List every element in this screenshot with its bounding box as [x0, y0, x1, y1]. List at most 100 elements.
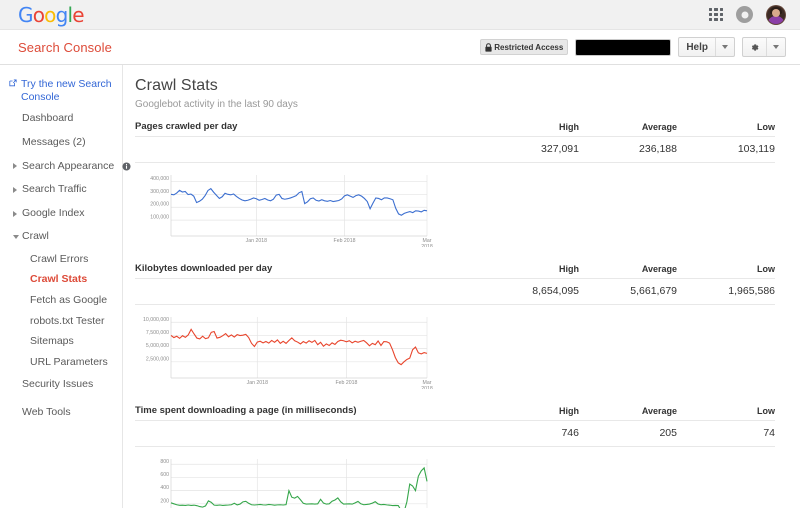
- sidebar-item-label: Sitemaps: [30, 335, 74, 347]
- sidebar-item-label: Fetch as Google: [30, 294, 107, 306]
- sidebar-item-crawl-errors[interactable]: Crawl Errors: [0, 249, 122, 270]
- panel-header: Time spent downloading a page (in millis…: [135, 405, 775, 421]
- series-line: [171, 468, 427, 508]
- gear-icon[interactable]: [743, 38, 766, 56]
- sidebar-item-search-traffic[interactable]: Search Traffic: [0, 178, 122, 202]
- y-axis-tick-label: 400: [160, 485, 169, 491]
- sidebar-item-label: Crawl Stats: [30, 273, 87, 285]
- sidebar-item-fetch-as-google[interactable]: Fetch as Google: [0, 290, 122, 311]
- sidebar-item-security-issues[interactable]: Security Issues: [0, 373, 122, 397]
- sidebar-item-label: Dashboard: [22, 112, 73, 124]
- stat-value-high: 327,091: [481, 143, 579, 155]
- x-axis-tick-label: 2018: [421, 244, 433, 247]
- y-axis-tick-label: 100,000: [150, 215, 169, 221]
- notifications-icon[interactable]: [736, 6, 753, 23]
- sidebar-item-label: robots.txt Tester: [30, 315, 105, 327]
- chart-area: 200400600800Jan 2018Feb 20182018Mar: [135, 447, 775, 508]
- line-chart: 200400600800Jan 2018Feb 20182018Mar: [143, 455, 433, 508]
- x-axis-tick-label: Jan 2018: [247, 380, 268, 386]
- stat-header-low: Low: [677, 122, 775, 132]
- x-axis-tick-label: Mar: [423, 380, 432, 386]
- sidebar-item-label: Crawl Errors: [30, 253, 88, 265]
- sidebar-item-crawl-stats[interactable]: Crawl Stats: [0, 270, 122, 291]
- sidebar-item-label: Google Index: [22, 207, 84, 219]
- stat-value-average: 205: [579, 427, 677, 439]
- stat-value-low: 103,119: [677, 143, 775, 155]
- stat-header-average: Average: [579, 122, 677, 132]
- page-title: Crawl Stats: [135, 77, 775, 95]
- stat-value-high: 746: [481, 427, 579, 439]
- line-chart: 100,000 200,000 300,000 400,000 Jan 2018 Feb …: [143, 171, 433, 247]
- y-axis-tick-label: 200,000: [150, 202, 169, 208]
- help-dropdown-arrow[interactable]: [715, 38, 734, 56]
- y-axis-tick-label: 5,000,000: [146, 343, 169, 349]
- stat-value-average: 5,661,679: [579, 285, 677, 297]
- chart-title: Pages crawled per day: [135, 121, 481, 132]
- stat-value-high: 8,654,095: [481, 285, 579, 297]
- chart-panel: Pages crawled per dayHighAverageLow327,0…: [135, 121, 775, 247]
- help-button-group[interactable]: Help: [678, 37, 735, 57]
- info-icon[interactable]: [122, 162, 131, 171]
- series-line: [171, 189, 427, 216]
- y-axis-tick-label: 7,500,000: [146, 330, 169, 336]
- help-button[interactable]: Help: [679, 38, 715, 56]
- restricted-access-badge: Restricted Access: [480, 39, 568, 55]
- chart-title: Kilobytes downloaded per day: [135, 263, 481, 274]
- line-chart: 2,500,0005,000,0007,500,00010,000,000Jan…: [143, 313, 433, 389]
- y-axis-tick-label: 10,000,000: [143, 317, 169, 323]
- sidebar-item-crawl[interactable]: Crawl: [0, 225, 122, 249]
- y-axis-tick-label: 400,000: [150, 176, 169, 182]
- sidebar-try-new-label: Try the new Search Console: [21, 78, 114, 104]
- series-line: [171, 329, 427, 364]
- page-layout: Try the new Search Console Dashboard Mes…: [0, 65, 800, 508]
- x-axis-tick-label: Mar: [423, 238, 432, 244]
- crawl-stats-panels: Pages crawled per dayHighAverageLow327,0…: [135, 121, 775, 508]
- lock-icon: [485, 43, 492, 52]
- x-axis-tick-label: 2018: [421, 386, 433, 389]
- sidebar-item-web-tools[interactable]: Web Tools: [0, 397, 122, 425]
- sidebar-item-robots-txt-tester[interactable]: robots.txt Tester: [0, 311, 122, 332]
- product-title[interactable]: Search Console: [18, 40, 112, 55]
- console-header: Search Console Restricted Access Help: [0, 30, 800, 65]
- panel-values: 74620574: [135, 421, 775, 447]
- x-axis-tick-label: Jan 2018: [246, 238, 267, 244]
- sidebar-item-try-new-search-console[interactable]: Try the new Search Console: [0, 75, 122, 107]
- chevron-right-icon: [13, 163, 17, 169]
- google-bar: Google: [0, 0, 800, 30]
- sidebar-item-sitemaps[interactable]: Sitemaps: [0, 332, 122, 353]
- user-avatar[interactable]: [766, 5, 786, 25]
- panel-values: 327,091236,188103,119: [135, 137, 775, 163]
- panel-header: Pages crawled per dayHighAverageLow: [135, 121, 775, 137]
- settings-button-group[interactable]: [742, 37, 786, 57]
- google-logo[interactable]: Google: [18, 5, 84, 25]
- sidebar-item-label: Search Appearance: [22, 160, 114, 172]
- sidebar-item-dashboard[interactable]: Dashboard: [0, 107, 122, 131]
- google-bar-actions: [709, 5, 786, 25]
- stat-header-high: High: [481, 264, 579, 274]
- chart-panel: Kilobytes downloaded per dayHighAverageL…: [135, 263, 775, 389]
- y-axis-tick-label: 300,000: [150, 189, 169, 195]
- header-actions: Restricted Access Help: [480, 37, 786, 57]
- sidebar: Try the new Search Console Dashboard Mes…: [0, 65, 123, 508]
- sidebar-item-label: Crawl: [22, 230, 49, 242]
- property-selector[interactable]: [575, 39, 671, 56]
- sidebar-item-google-index[interactable]: Google Index: [0, 202, 122, 226]
- chevron-right-icon: [13, 211, 17, 217]
- stat-value-low: 1,965,586: [677, 285, 775, 297]
- stat-value-average: 236,188: [579, 143, 677, 155]
- sidebar-item-label: Messages (2): [22, 136, 86, 148]
- x-axis-tick-label: Feb 2018: [335, 380, 357, 386]
- chart-area: 100,000 200,000 300,000 400,000 Jan 2018 Feb …: [135, 163, 775, 247]
- sidebar-item-url-parameters[interactable]: URL Parameters: [0, 352, 122, 373]
- settings-dropdown-arrow[interactable]: [766, 38, 785, 56]
- sidebar-item-label: URL Parameters: [30, 356, 108, 368]
- y-axis-tick-label: 200: [160, 498, 169, 504]
- page-subtitle: Googlebot activity in the last 90 days: [135, 99, 775, 110]
- apps-grid-icon[interactable]: [709, 8, 723, 22]
- chart-title: Time spent downloading a page (in millis…: [135, 405, 481, 416]
- caret-down-icon: [722, 45, 728, 49]
- x-axis-tick-label: Feb 2018: [334, 238, 356, 244]
- main-content: Crawl Stats Googlebot activity in the la…: [123, 65, 800, 508]
- sidebar-item-search-appearance[interactable]: Search Appearance: [0, 155, 122, 179]
- sidebar-item-messages[interactable]: Messages (2): [0, 131, 122, 155]
